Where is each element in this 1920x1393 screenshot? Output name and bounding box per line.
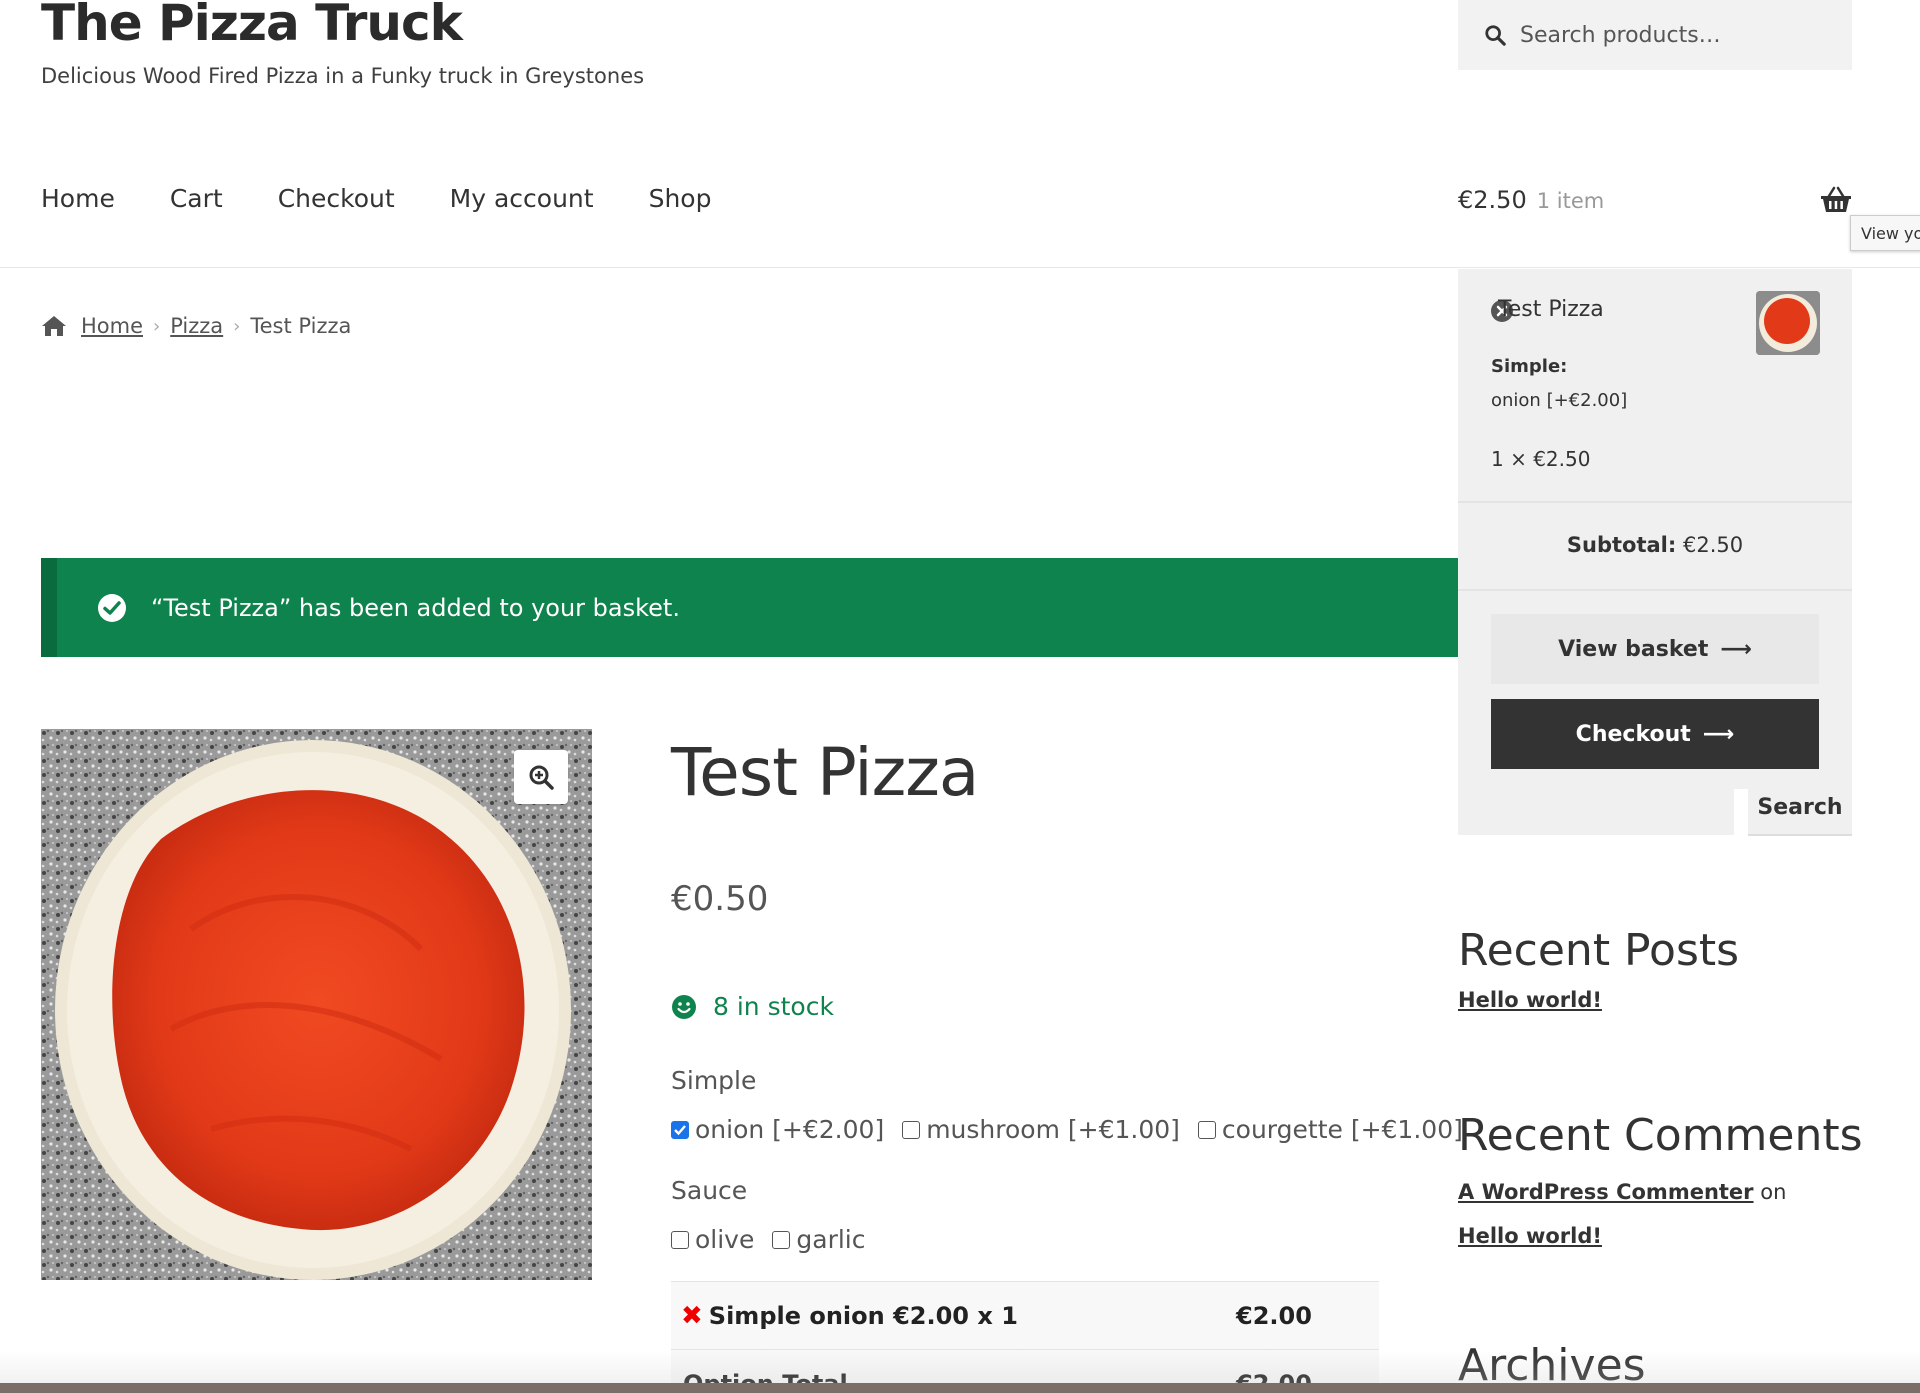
option-courgette[interactable]: courgette [+€1.00] [1197,1115,1463,1144]
comment-post-link[interactable]: Hello world! [1458,1224,1602,1248]
product-image[interactable] [41,729,592,1280]
pizza-image [41,729,592,1280]
remove-option-icon[interactable]: ✖ [681,1301,703,1331]
mini-cart-dropdown: Test Pizza Simple: onion [+€2.00] 1 × €2… [1458,269,1852,789]
option-olive[interactable]: olive [671,1225,754,1254]
added-to-basket-notice: “Test Pizza” has been added to your bask… [41,558,1459,657]
mini-cart-divider [1458,589,1852,591]
summary-row: ✖ Simple onion €2.00 x 1 €2.00 [671,1282,1379,1350]
check-circle-icon [98,593,126,622]
subtotal-value: €2.50 [1682,533,1744,557]
summary-amount: €2.00 [1236,1301,1312,1330]
checkbox[interactable] [1197,1120,1216,1139]
recent-comments-title: Recent Comments [1458,1110,1863,1161]
option-garlic[interactable]: garlic [772,1225,865,1254]
chevron-right-icon: › [233,315,241,337]
checkbox-checked[interactable] [671,1120,689,1139]
breadcrumb: Home › Pizza › Test Pizza [41,314,351,338]
option-group-sauce: olive garlic [671,1225,883,1254]
search-icon [1485,25,1506,46]
option-group-simple: onion [+€2.00] mushroom [+€1.00] courget… [671,1115,1481,1144]
mini-cart-subtotal: Subtotal: €2.50 [1458,533,1852,557]
comment-on-text: on [1760,1180,1787,1204]
option-label: mushroom [+€1.00] [926,1115,1180,1144]
chevron-right-icon: › [153,315,161,337]
breadcrumb-current: Test Pizza [250,314,352,338]
summary-label: Simple onion €2.00 x 1 [708,1301,1018,1330]
smiley-icon [672,994,696,1019]
option-label: olive [695,1225,755,1254]
checkbox[interactable] [902,1120,921,1139]
mini-cart-item-name[interactable]: Test Pizza [1498,297,1604,322]
zoom-button[interactable] [514,750,568,804]
zoom-in-icon [529,765,554,790]
option-onion[interactable]: onion [+€2.00] [671,1115,884,1144]
primary-navigation: Home Cart Checkout My account Shop [41,184,766,213]
home-icon [42,316,66,336]
cart-total: €2.50 [1458,186,1527,214]
basket-tooltip: View your basket [1850,215,1920,251]
basket-icon[interactable] [1820,186,1852,214]
header-divider [0,267,1920,268]
bottom-bar [0,1383,1920,1393]
product-search-box[interactable] [1458,0,1852,70]
nav-home[interactable]: Home [41,184,115,213]
mini-cart-thumbnail[interactable] [1756,291,1820,355]
option-group-label: Simple [671,1066,757,1095]
subtotal-label: Subtotal: [1566,533,1677,557]
mini-cart-divider [1458,501,1852,503]
options-summary-table: ✖ Simple onion €2.00 x 1 €2.00 Option To… [671,1281,1379,1393]
product-title: Test Pizza [671,734,979,811]
arrow-right-icon: ⟶ [1702,721,1735,747]
breadcrumb-home[interactable]: Home [81,314,143,338]
checkbox[interactable] [671,1230,689,1249]
recent-post-link[interactable]: Hello world! [1458,988,1602,1012]
header-cart-link[interactable]: €2.50 1 item [1458,186,1604,214]
arrow-right-icon: ⟶ [1720,636,1752,662]
option-label: garlic [796,1225,866,1254]
mini-cart-variation-value: onion [+€2.00] [1491,390,1628,411]
product-price: €0.50 [671,879,769,919]
checkout-button[interactable]: Checkout ⟶ [1491,699,1819,769]
mini-cart-quantity: 1 × €2.50 [1491,447,1591,471]
option-label: courgette [+€1.00] [1221,1115,1463,1144]
breadcrumb-category[interactable]: Pizza [170,314,223,338]
checkout-label: Checkout [1575,721,1691,747]
checkbox[interactable] [772,1230,791,1249]
stock-status: 8 in stock [671,992,834,1021]
sidebar-search-input[interactable] [1458,789,1734,835]
nav-checkout[interactable]: Checkout [278,184,395,213]
nav-shop[interactable]: Shop [649,184,712,213]
stock-text: 8 in stock [713,992,834,1021]
recent-comment: A WordPress Commenter on Hello world! [1458,1170,1852,1258]
site-tagline: Delicious Wood Fired Pizza in a Funky tr… [41,64,645,88]
option-mushroom[interactable]: mushroom [+€1.00] [902,1115,1180,1144]
recent-posts-title: Recent Posts [1458,925,1740,976]
search-input[interactable] [1520,22,1820,48]
comment-author-link[interactable]: A WordPress Commenter [1458,1180,1754,1204]
recent-posts-list: Hello world! [1458,988,1602,1012]
nav-my-account[interactable]: My account [450,184,594,213]
view-basket-button[interactable]: View basket ⟶ [1491,614,1819,684]
option-group-label: Sauce [671,1176,748,1205]
mini-cart-variation-label: Simple: [1491,356,1568,377]
nav-cart[interactable]: Cart [170,184,223,213]
view-basket-label: View basket [1558,636,1709,662]
option-label: onion [+€2.00] [695,1115,885,1144]
cart-count: 1 item [1536,189,1605,213]
notice-message: “Test Pizza” has been added to your bask… [151,593,680,622]
site-title[interactable]: The Pizza Truck [41,0,463,52]
